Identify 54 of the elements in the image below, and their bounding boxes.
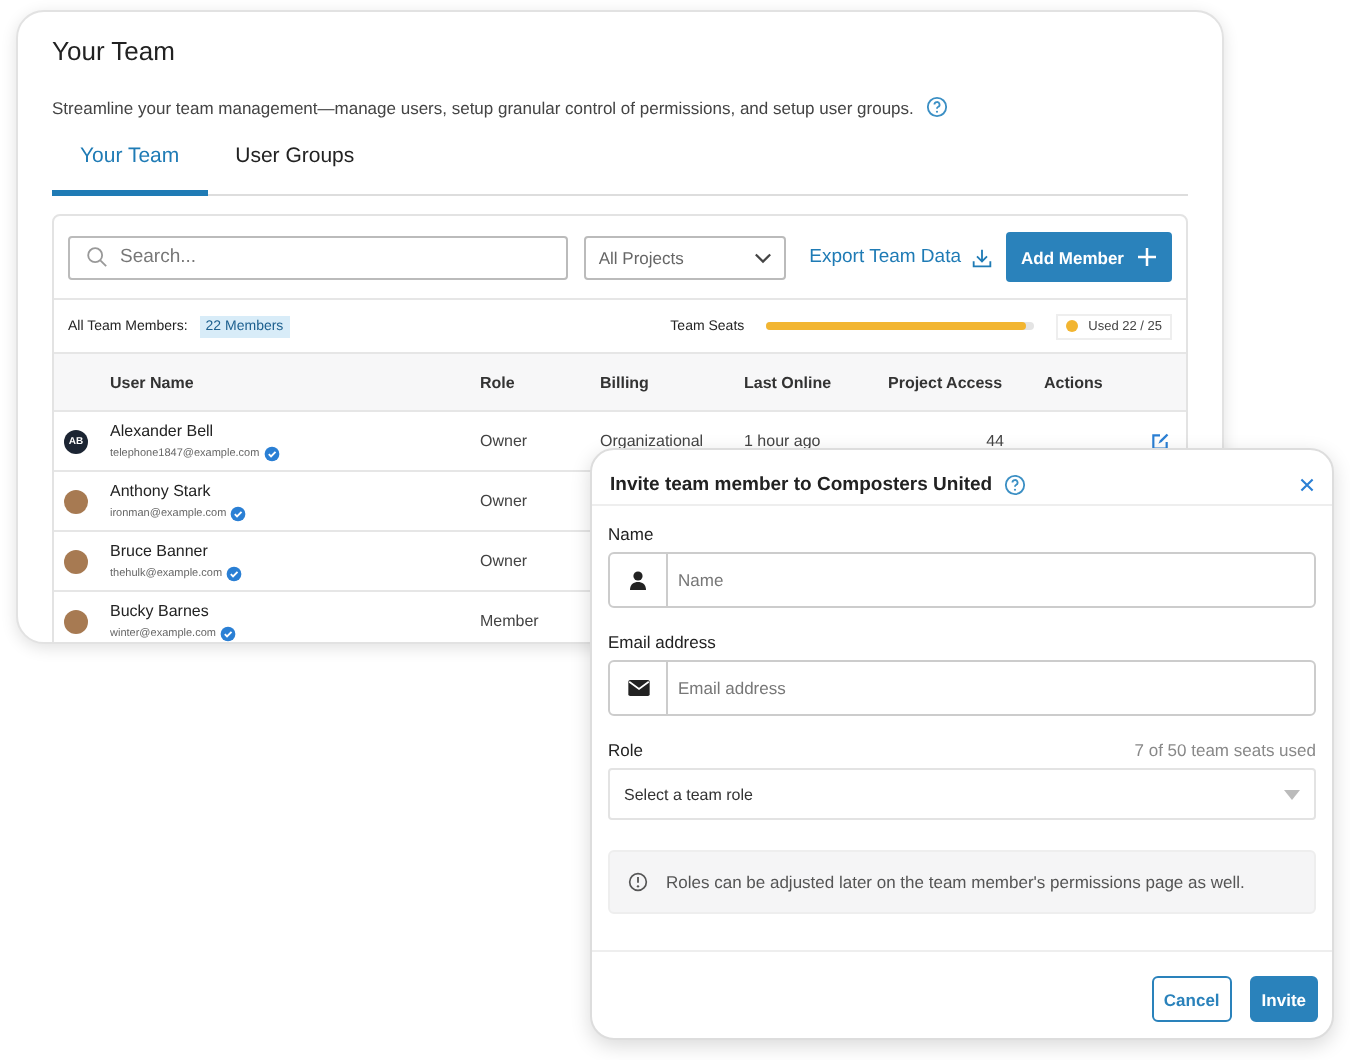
page-description: Streamline your team management—manage users, setup granular control of permissions, and setup user groups. (52, 97, 914, 117)
search-icon (86, 246, 108, 268)
cancel-button[interactable]: Cancel (1151, 976, 1232, 1022)
table-cell-text: 1 hour ago (744, 432, 823, 450)
tab[interactable]: Your Team (52, 130, 208, 196)
table-cell-text: Owner (480, 492, 530, 510)
project-dropdown[interactable]: All Projects (584, 235, 786, 279)
verified-icon (230, 505, 247, 521)
seats-note: 7 of 50 team seats used (1134, 740, 1316, 760)
export-link[interactable]: Export Team Data (809, 246, 992, 268)
field-label: Email address (608, 632, 716, 652)
column-header: User Name (110, 373, 196, 391)
download-icon (971, 247, 992, 267)
table-cell-text: 44 (984, 432, 1006, 450)
dialog-title: Invite team member to Composters United (610, 474, 993, 496)
column-header: Role (480, 373, 517, 391)
user-name: Anthony Stark (110, 481, 213, 499)
verified-icon (263, 445, 280, 461)
avatar-photo-placeholder (64, 489, 88, 513)
search-field[interactable]: Search... (68, 235, 569, 279)
caret-icon (1284, 789, 1300, 799)
user-name: Alexander Bell (110, 421, 216, 439)
table-cell-text: Owner (480, 432, 530, 450)
table-cell-text: Organizational (600, 432, 706, 450)
name-field[interactable]: Name (608, 552, 1316, 608)
field-label: Role (608, 740, 643, 760)
info-icon (628, 872, 648, 892)
tab[interactable]: User Groups (207, 130, 383, 196)
table-cell-text: Member (480, 612, 541, 630)
help-icon[interactable] (1004, 474, 1027, 496)
column-header: Last Online (744, 373, 834, 391)
plus-icon (1138, 248, 1156, 266)
close-button[interactable] (1300, 478, 1314, 492)
avatar-photo-placeholder (64, 549, 88, 573)
user-name: Bruce Banner (110, 541, 210, 559)
envelope-icon (627, 680, 649, 696)
field-label: Name (608, 524, 654, 544)
edit-icon[interactable] (1150, 431, 1170, 451)
info-text: Roles can be adjusted later on the team member's permissions page as well. (666, 872, 1245, 892)
page-title: Your Team (52, 36, 177, 66)
add-member-button[interactable]: Add Member (1005, 232, 1172, 282)
email-field[interactable]: Email address (608, 660, 1316, 716)
verified-icon (226, 565, 243, 581)
user-name: Bucky Barnes (110, 601, 211, 619)
column-header: Project Access (888, 373, 1005, 391)
role-dropdown[interactable]: Select a team role (608, 768, 1316, 820)
column-header: Actions (1044, 373, 1105, 391)
chevron-down-icon (753, 251, 772, 263)
help-icon[interactable] (925, 96, 948, 118)
column-header: Billing (600, 373, 651, 391)
invite-button[interactable]: Invite (1249, 976, 1318, 1022)
person-icon (628, 570, 648, 590)
table-cell-text: Owner (480, 552, 530, 570)
avatar-photo-placeholder (64, 609, 88, 633)
